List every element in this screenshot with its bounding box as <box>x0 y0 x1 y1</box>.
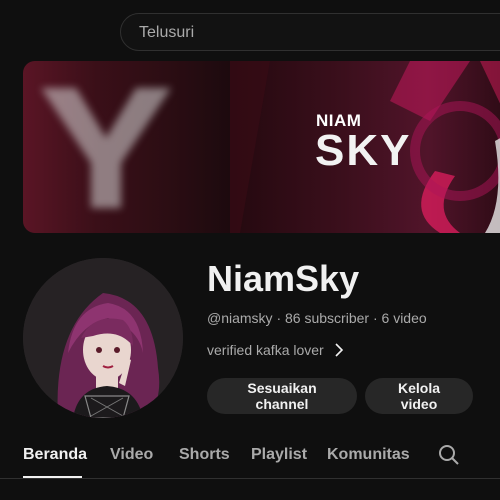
search-input[interactable] <box>137 14 500 52</box>
meta-separator: · <box>369 310 382 326</box>
tab-playlist[interactable]: Playlist <box>251 446 307 464</box>
avatar[interactable] <box>23 258 183 418</box>
channel-name: NiamSky <box>207 258 360 299</box>
channel-tabs: Beranda Video Shorts Playlist Komunitas <box>0 436 500 484</box>
tabs-divider <box>0 478 500 479</box>
tab-komunitas[interactable]: Komunitas <box>327 446 410 464</box>
subscriber-count: 86 subscriber <box>285 310 370 326</box>
channel-handle: @niamsky <box>207 310 273 326</box>
avatar-illustration <box>23 258 183 418</box>
banner-text-sky: SKY <box>315 126 412 175</box>
search-icon[interactable] <box>438 444 460 466</box>
meta-separator: · <box>272 310 286 326</box>
video-count: 6 video <box>381 310 427 326</box>
tab-beranda[interactable]: Beranda <box>23 446 87 464</box>
top-bar <box>0 0 500 60</box>
search-box[interactable] <box>120 13 500 52</box>
channel-meta: @niamsky · 86 subscriber · 6 video <box>207 310 427 326</box>
tab-shorts[interactable]: Shorts <box>179 446 230 464</box>
channel-bio[interactable]: verified kafka lover <box>207 342 344 358</box>
manage-videos-button[interactable]: Kelola video <box>365 378 473 414</box>
bio-text: verified kafka lover <box>207 342 324 358</box>
customize-channel-button[interactable]: Sesuaikan channel <box>207 378 357 414</box>
tab-video[interactable]: Video <box>110 446 153 464</box>
banner-y-graphic <box>41 88 171 208</box>
chevron-right-icon <box>335 343 343 357</box>
channel-banner: NIAM SKY <box>23 61 500 233</box>
